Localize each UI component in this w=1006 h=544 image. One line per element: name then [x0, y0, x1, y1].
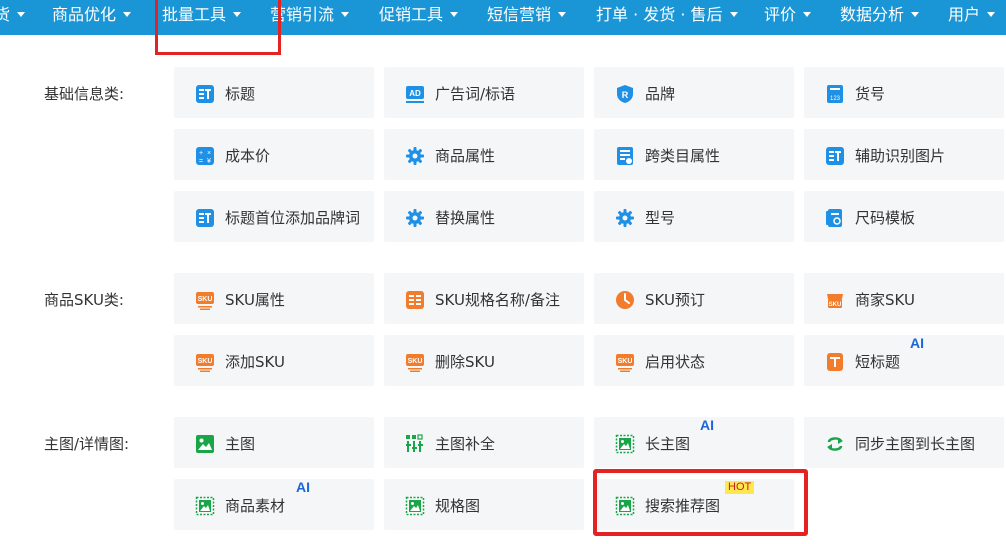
- gear-icon: [405, 146, 425, 166]
- nav-item-sms[interactable]: 短信营销: [487, 0, 567, 35]
- image-icon: [195, 434, 215, 454]
- tile-sync-main-to-long[interactable]: 同步主图到长主图: [804, 417, 1004, 468]
- svg-text:=: =: [199, 158, 203, 165]
- gear-icon: [615, 208, 635, 228]
- nav-item-product-optimize[interactable]: 商品优化: [52, 0, 132, 35]
- tile-short-title[interactable]: 短标题 AI: [804, 335, 1004, 386]
- long-image-icon: [405, 496, 425, 516]
- nav-item-marketing[interactable]: 营销引流: [270, 0, 350, 35]
- nav-item-batch-tools[interactable]: 批量工具: [162, 0, 242, 35]
- sku-icon: SKU: [195, 290, 215, 310]
- chevron-down-icon: [17, 12, 26, 17]
- sku-icon: SKU: [405, 352, 425, 372]
- calculator-icon: + × = ¥: [195, 146, 215, 166]
- batch-tools-page: 货 商品优化 批量工具 营销引流 促销工具 短信营销 打单 · 发货 · 售后 …: [0, 0, 1006, 544]
- nav-item-users[interactable]: 用户: [948, 0, 996, 35]
- title-icon: [195, 208, 215, 228]
- svg-text:SKU: SKU: [198, 296, 213, 303]
- ai-badge: AI: [700, 417, 714, 433]
- long-image-icon: [615, 434, 635, 454]
- size-template-icon: [825, 208, 845, 228]
- tile-delete-sku[interactable]: SKU 删除SKU: [384, 335, 584, 386]
- section-label-images: 主图/详情图:: [44, 435, 130, 453]
- nav-item-analytics[interactable]: 数据分析: [840, 0, 920, 35]
- svg-text:+: +: [199, 150, 203, 157]
- tile-replace-attributes[interactable]: 替换属性: [384, 191, 584, 242]
- tile-title-prefix-brand[interactable]: 标题首位添加品牌词: [174, 191, 374, 242]
- tile-spec-image[interactable]: 规格图: [384, 479, 584, 530]
- svg-text:SKU: SKU: [618, 358, 633, 365]
- chevron-down-icon: [233, 12, 242, 17]
- chevron-down-icon: [803, 12, 812, 17]
- tile-brand[interactable]: R 品牌: [594, 67, 794, 118]
- long-image-icon: [195, 496, 215, 516]
- nav-item-reviews[interactable]: 评价: [764, 0, 812, 35]
- chevron-down-icon: [729, 12, 738, 17]
- tile-model-number[interactable]: 型号: [594, 191, 794, 242]
- tile-merchant-sku[interactable]: SKU 商家SKU: [804, 273, 1004, 324]
- title-icon: [195, 84, 215, 104]
- cross-category-icon: [615, 146, 635, 166]
- ad-icon: AD: [405, 84, 425, 104]
- nav-item-goods[interactable]: 货: [0, 0, 26, 35]
- svg-text:¥: ¥: [207, 158, 211, 165]
- svg-text:SKU: SKU: [408, 358, 423, 365]
- tile-item-number[interactable]: 123 货号: [804, 67, 1004, 118]
- clock-icon: [615, 290, 635, 310]
- top-nav: 货 商品优化 批量工具 营销引流 促销工具 短信营销 打单 · 发货 · 售后 …: [0, 0, 1006, 35]
- tile-sku-spec-name[interactable]: SKU规格名称/备注: [384, 273, 584, 324]
- nav-item-promotion[interactable]: 促销工具: [379, 0, 459, 35]
- chevron-down-icon: [558, 12, 567, 17]
- brand-icon: R: [615, 84, 635, 104]
- tile-cost-price[interactable]: + × = ¥ 成本价: [174, 129, 374, 180]
- tile-long-main-image[interactable]: 长主图 AI: [594, 417, 794, 468]
- merchant-sku-icon: SKU: [825, 290, 845, 310]
- chevron-down-icon: [987, 12, 996, 17]
- tile-ad-slogan[interactable]: AD 广告词/标语: [384, 67, 584, 118]
- chevron-down-icon: [123, 12, 132, 17]
- title-icon: [825, 146, 845, 166]
- gear-icon: [405, 208, 425, 228]
- tile-sku-presale[interactable]: SKU预订: [594, 273, 794, 324]
- chevron-down-icon: [341, 12, 350, 17]
- tile-product-attributes[interactable]: 商品属性: [384, 129, 584, 180]
- svg-text:SKU: SKU: [829, 302, 842, 308]
- svg-text:R: R: [622, 90, 629, 100]
- chevron-down-icon: [450, 12, 459, 17]
- tile-product-material[interactable]: 商品素材 AI: [174, 479, 374, 530]
- image-complete-icon: [405, 434, 425, 454]
- sku-icon: SKU: [195, 352, 215, 372]
- tile-cross-category-attributes[interactable]: 跨类目属性: [594, 129, 794, 180]
- tile-sku-attributes[interactable]: SKU SKU属性: [174, 273, 374, 324]
- tile-main-image-complete[interactable]: 主图补全: [384, 417, 584, 468]
- svg-text:SKU: SKU: [198, 358, 213, 365]
- long-image-icon: [615, 496, 635, 516]
- tile-search-recommend-image[interactable]: 搜索推荐图 HOT: [594, 479, 794, 530]
- svg-text:×: ×: [207, 150, 211, 157]
- tile-add-sku[interactable]: SKU 添加SKU: [174, 335, 374, 386]
- short-title-icon: [825, 352, 845, 372]
- tile-enable-status[interactable]: SKU 启用状态: [594, 335, 794, 386]
- section-label-basic-info: 基础信息类:: [44, 85, 125, 103]
- nav-item-shipping[interactable]: 打单 · 发货 · 售后: [596, 0, 738, 35]
- tile-title[interactable]: 标题: [174, 67, 374, 118]
- svg-text:AD: AD: [409, 89, 421, 98]
- tile-main-image[interactable]: 主图: [174, 417, 374, 468]
- item-number-icon: 123: [825, 84, 845, 104]
- chevron-down-icon: [911, 12, 920, 17]
- ai-badge: AI: [296, 479, 310, 495]
- ai-badge: AI: [910, 335, 924, 351]
- hot-badge: HOT: [725, 481, 755, 494]
- section-label-sku: 商品SKU类:: [44, 291, 124, 309]
- sync-icon: [825, 434, 845, 454]
- svg-text:123: 123: [830, 96, 841, 102]
- tile-auxiliary-image[interactable]: 辅助识别图片: [804, 129, 1004, 180]
- tile-size-template[interactable]: 尺码模板: [804, 191, 1004, 242]
- sku-spec-icon: [405, 290, 425, 310]
- sku-icon: SKU: [615, 352, 635, 372]
